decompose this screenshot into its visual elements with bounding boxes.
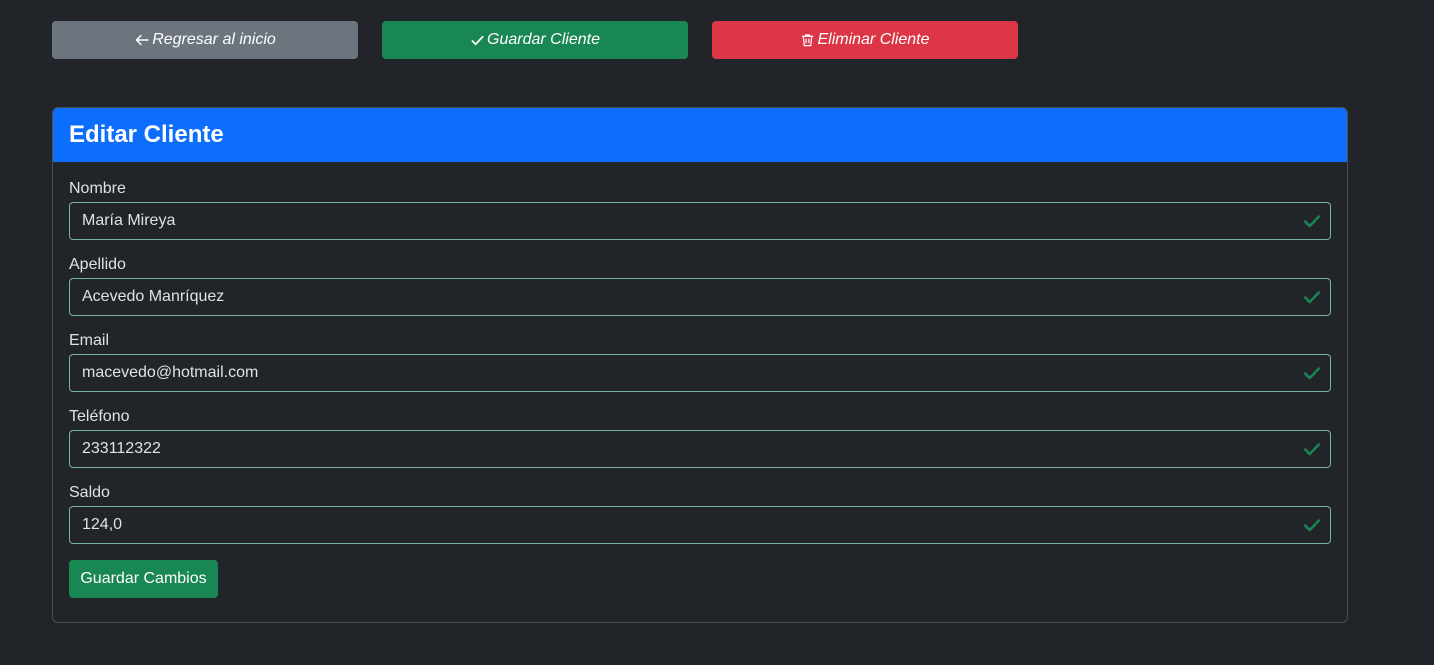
email-input-wrapper	[69, 354, 1331, 392]
saldo-input-wrapper	[69, 506, 1331, 544]
save-client-label: Guardar Cliente	[487, 31, 600, 48]
card-title: Editar Cliente	[69, 121, 224, 148]
telefono-label: Teléfono	[69, 408, 130, 425]
nombre-label: Nombre	[69, 180, 126, 197]
back-to-home-label: Regresar al inicio	[152, 31, 276, 48]
telefono-input-wrapper	[69, 430, 1331, 468]
card-header: Editar Cliente	[53, 108, 1347, 162]
save-changes-button[interactable]: Guardar Cambios	[69, 560, 218, 598]
apellido-label: Apellido	[69, 256, 126, 273]
apellido-input-wrapper	[69, 278, 1331, 316]
check-valid-icon	[1304, 215, 1320, 228]
check-icon	[470, 33, 485, 48]
apellido-input[interactable]	[69, 278, 1331, 316]
saldo-label: Saldo	[69, 484, 110, 501]
email-field-group: Email	[69, 332, 1331, 392]
email-label: Email	[69, 332, 110, 349]
telefono-input[interactable]	[69, 430, 1331, 468]
check-valid-icon	[1304, 519, 1320, 532]
edit-client-form: Nombre Apellido Email Teléfono	[53, 162, 1347, 598]
check-valid-icon	[1304, 367, 1320, 380]
trash-icon	[800, 32, 815, 48]
arrow-left-icon	[134, 32, 150, 48]
telefono-field-group: Teléfono	[69, 408, 1331, 468]
apellido-field-group: Apellido	[69, 256, 1331, 316]
saldo-field-group: Saldo	[69, 484, 1331, 544]
save-client-button[interactable]: Guardar Cliente	[382, 21, 688, 59]
back-to-home-button[interactable]: Regresar al inicio	[52, 21, 358, 59]
saldo-input[interactable]	[69, 506, 1331, 544]
delete-client-button[interactable]: Eliminar Cliente	[712, 21, 1018, 59]
delete-client-label: Eliminar Cliente	[817, 31, 930, 48]
nombre-input-wrapper	[69, 202, 1331, 240]
check-valid-icon	[1304, 291, 1320, 304]
edit-client-card: Editar Cliente Nombre Apellido Email	[52, 107, 1348, 623]
check-valid-icon	[1304, 443, 1320, 456]
nombre-field-group: Nombre	[69, 180, 1331, 240]
toolbar: Regresar al inicio Guardar Cliente Elimi…	[52, 21, 1018, 59]
email-input[interactable]	[69, 354, 1331, 392]
nombre-input[interactable]	[69, 202, 1331, 240]
